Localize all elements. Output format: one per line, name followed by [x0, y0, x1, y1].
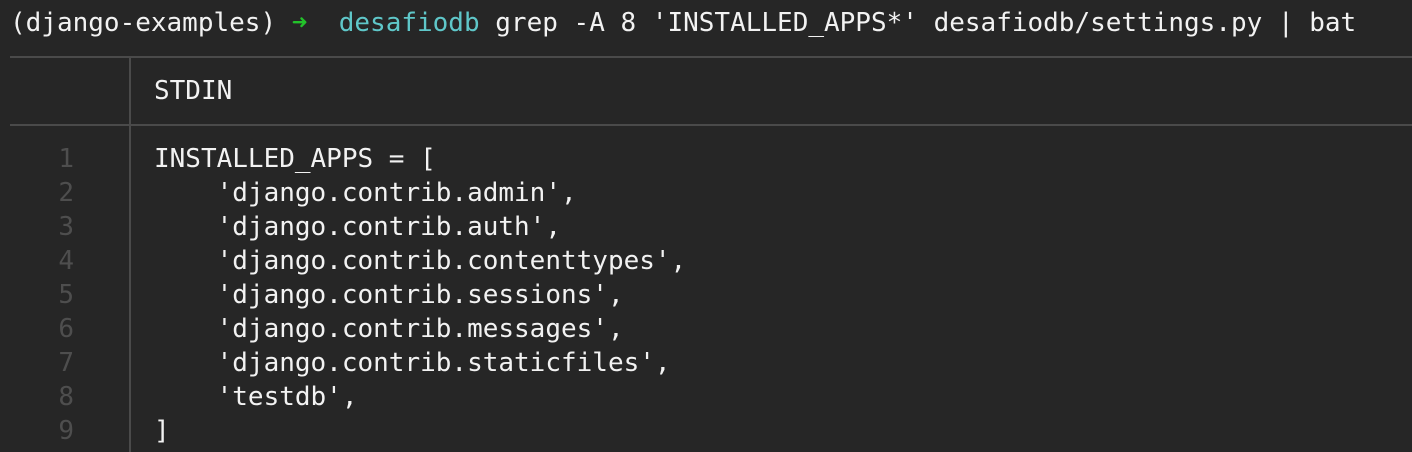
line-number: 7 [58, 348, 74, 378]
line-content: 'django.contrib.auth', [154, 212, 561, 242]
line-number: 8 [58, 382, 74, 412]
line-number: 9 [58, 416, 74, 446]
current-directory: desafiodb [338, 8, 480, 38]
prompt-arrow-icon: ➜ [291, 8, 308, 38]
header-bottom-border [10, 124, 1412, 126]
line-content: 'django.contrib.sessions', [154, 280, 624, 310]
shell-prompt: (django-examples) ➜ desafiodb grep -A 8 … [10, 0, 1356, 46]
line-content: INSTALLED_APPS = [ [154, 144, 436, 174]
code-line: 6 'django.contrib.messages', [0, 312, 1412, 346]
line-number: 5 [58, 280, 74, 310]
code-line: 5 'django.contrib.sessions', [0, 278, 1412, 312]
code-view: 1 INSTALLED_APPS = [2 'django.contrib.adm… [0, 142, 1412, 448]
line-number: 3 [58, 212, 74, 242]
line-content: 'testdb', [154, 382, 358, 412]
line-content: 'django.contrib.messages', [154, 314, 624, 344]
line-number: 4 [58, 246, 74, 276]
line-number: 2 [58, 178, 74, 208]
line-content: ] [154, 416, 170, 446]
code-line: 7 'django.contrib.staticfiles', [0, 346, 1412, 380]
code-line: 1 INSTALLED_APPS = [ [0, 142, 1412, 176]
line-content: 'django.contrib.contenttypes', [154, 246, 687, 276]
code-line: 8 'testdb', [0, 380, 1412, 414]
code-line: 2 'django.contrib.admin', [0, 176, 1412, 210]
code-line: 9] [0, 414, 1412, 448]
virtualenv-name: (django-examples) [10, 8, 277, 38]
line-content: 'django.contrib.admin', [154, 178, 577, 208]
bat-file-header: STDIN [154, 76, 233, 106]
code-line: 4 'django.contrib.contenttypes', [0, 244, 1412, 278]
code-line: 3 'django.contrib.auth', [0, 210, 1412, 244]
line-number: 6 [58, 314, 74, 344]
line-number: 1 [58, 144, 74, 174]
header-top-border [10, 56, 1412, 58]
line-content: 'django.contrib.staticfiles', [154, 348, 671, 378]
command-text: grep -A 8 'INSTALLED_APPS*' desafiodb/se… [495, 8, 1357, 38]
